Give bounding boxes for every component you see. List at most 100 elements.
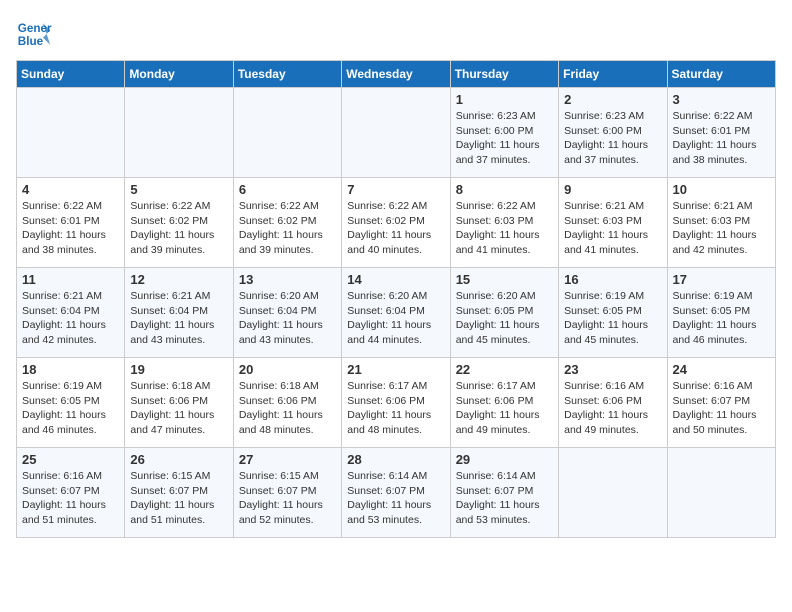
day-info: Sunrise: 6:17 AM Sunset: 6:06 PM Dayligh…	[347, 379, 444, 438]
calendar-cell	[667, 448, 775, 538]
day-number: 8	[456, 182, 553, 197]
calendar-cell: 12 Sunrise: 6:21 AM Sunset: 6:04 PM Dayli…	[125, 268, 233, 358]
calendar-cell	[17, 88, 125, 178]
day-info: Sunrise: 6:18 AM Sunset: 6:06 PM Dayligh…	[130, 379, 227, 438]
day-info: Sunrise: 6:21 AM Sunset: 6:04 PM Dayligh…	[22, 289, 119, 348]
day-info: Sunrise: 6:20 AM Sunset: 6:04 PM Dayligh…	[347, 289, 444, 348]
day-number: 20	[239, 362, 336, 377]
day-number: 7	[347, 182, 444, 197]
day-info: Sunrise: 6:21 AM Sunset: 6:03 PM Dayligh…	[564, 199, 661, 258]
calendar-cell: 24 Sunrise: 6:16 AM Sunset: 6:07 PM Dayli…	[667, 358, 775, 448]
day-number: 25	[22, 452, 119, 467]
calendar-cell: 19 Sunrise: 6:18 AM Sunset: 6:06 PM Dayli…	[125, 358, 233, 448]
calendar-cell: 16 Sunrise: 6:19 AM Sunset: 6:05 PM Dayli…	[559, 268, 667, 358]
calendar-cell: 15 Sunrise: 6:20 AM Sunset: 6:05 PM Dayli…	[450, 268, 558, 358]
calendar-cell: 28 Sunrise: 6:14 AM Sunset: 6:07 PM Dayli…	[342, 448, 450, 538]
week-row-1: 4Sunrise: 6:22 AM Sunset: 6:01 PM Daylig…	[17, 178, 776, 268]
calendar-cell: 4Sunrise: 6:22 AM Sunset: 6:01 PM Daylig…	[17, 178, 125, 268]
day-info: Sunrise: 6:21 AM Sunset: 6:04 PM Dayligh…	[130, 289, 227, 348]
calendar-cell: 10 Sunrise: 6:21 AM Sunset: 6:03 PM Dayli…	[667, 178, 775, 268]
day-info: Sunrise: 6:22 AM Sunset: 6:02 PM Dayligh…	[347, 199, 444, 258]
day-info: Sunrise: 6:21 AM Sunset: 6:03 PM Dayligh…	[673, 199, 770, 258]
svg-text:Blue: Blue	[18, 35, 44, 48]
day-number: 3	[673, 92, 770, 107]
week-row-2: 11 Sunrise: 6:21 AM Sunset: 6:04 PM Dayli…	[17, 268, 776, 358]
calendar-cell: 11 Sunrise: 6:21 AM Sunset: 6:04 PM Dayli…	[17, 268, 125, 358]
calendar-cell: 20 Sunrise: 6:18 AM Sunset: 6:06 PM Dayli…	[233, 358, 341, 448]
day-info: Sunrise: 6:20 AM Sunset: 6:04 PM Dayligh…	[239, 289, 336, 348]
calendar-cell	[559, 448, 667, 538]
day-info: Sunrise: 6:16 AM Sunset: 6:07 PM Dayligh…	[22, 469, 119, 528]
day-info: Sunrise: 6:22 AM Sunset: 6:03 PM Dayligh…	[456, 199, 553, 258]
calendar-cell	[342, 88, 450, 178]
day-number: 5	[130, 182, 227, 197]
day-number: 21	[347, 362, 444, 377]
day-info: Sunrise: 6:17 AM Sunset: 6:06 PM Dayligh…	[456, 379, 553, 438]
calendar-cell: 14 Sunrise: 6:20 AM Sunset: 6:04 PM Dayli…	[342, 268, 450, 358]
calendar-cell: 8 Sunrise: 6:22 AM Sunset: 6:03 PM Daylig…	[450, 178, 558, 268]
day-info: Sunrise: 6:20 AM Sunset: 6:05 PM Dayligh…	[456, 289, 553, 348]
logo-icon: General Blue	[16, 16, 52, 52]
day-info: Sunrise: 6:15 AM Sunset: 6:07 PM Dayligh…	[130, 469, 227, 528]
header-tuesday: Tuesday	[233, 61, 341, 88]
day-number: 28	[347, 452, 444, 467]
calendar-cell: 5 Sunrise: 6:22 AM Sunset: 6:02 PM Daylig…	[125, 178, 233, 268]
calendar-cell: 3 Sunrise: 6:22 AM Sunset: 6:01 PM Daylig…	[667, 88, 775, 178]
calendar-cell	[233, 88, 341, 178]
calendar-cell: 27 Sunrise: 6:15 AM Sunset: 6:07 PM Dayli…	[233, 448, 341, 538]
calendar-cell: 25 Sunrise: 6:16 AM Sunset: 6:07 PM Dayli…	[17, 448, 125, 538]
calendar-cell: 2 Sunrise: 6:23 AM Sunset: 6:00 PM Daylig…	[559, 88, 667, 178]
day-number: 9	[564, 182, 661, 197]
day-info: Sunrise: 6:19 AM Sunset: 6:05 PM Dayligh…	[673, 289, 770, 348]
logo: General Blue	[16, 16, 58, 52]
day-number: 14	[347, 272, 444, 287]
day-number: 29	[456, 452, 553, 467]
week-row-0: 1 Sunrise: 6:23 AM Sunset: 6:00 PM Daylig…	[17, 88, 776, 178]
calendar-cell: 13 Sunrise: 6:20 AM Sunset: 6:04 PM Dayli…	[233, 268, 341, 358]
day-number: 22	[456, 362, 553, 377]
calendar-cell	[125, 88, 233, 178]
day-info: Sunrise: 6:22 AM Sunset: 6:02 PM Dayligh…	[130, 199, 227, 258]
day-info: Sunrise: 6:22 AM Sunset: 6:02 PM Dayligh…	[239, 199, 336, 258]
calendar-cell: 26Sunrise: 6:15 AM Sunset: 6:07 PM Dayli…	[125, 448, 233, 538]
day-number: 17	[673, 272, 770, 287]
page-header: General Blue	[16, 16, 776, 52]
day-number: 1	[456, 92, 553, 107]
day-number: 6	[239, 182, 336, 197]
day-number: 11	[22, 272, 119, 287]
day-number: 24	[673, 362, 770, 377]
calendar-header-row: SundayMondayTuesdayWednesdayThursdayFrid…	[17, 61, 776, 88]
calendar-cell: 29 Sunrise: 6:14 AM Sunset: 6:07 PM Dayli…	[450, 448, 558, 538]
day-number: 13	[239, 272, 336, 287]
day-info: Sunrise: 6:16 AM Sunset: 6:06 PM Dayligh…	[564, 379, 661, 438]
day-info: Sunrise: 6:22 AM Sunset: 6:01 PM Dayligh…	[22, 199, 119, 258]
header-saturday: Saturday	[667, 61, 775, 88]
calendar-cell: 22 Sunrise: 6:17 AM Sunset: 6:06 PM Dayli…	[450, 358, 558, 448]
day-info: Sunrise: 6:22 AM Sunset: 6:01 PM Dayligh…	[673, 109, 770, 168]
calendar-body: 1 Sunrise: 6:23 AM Sunset: 6:00 PM Daylig…	[17, 88, 776, 538]
day-info: Sunrise: 6:14 AM Sunset: 6:07 PM Dayligh…	[347, 469, 444, 528]
day-info: Sunrise: 6:19 AM Sunset: 6:05 PM Dayligh…	[564, 289, 661, 348]
week-row-4: 25 Sunrise: 6:16 AM Sunset: 6:07 PM Dayli…	[17, 448, 776, 538]
day-info: Sunrise: 6:15 AM Sunset: 6:07 PM Dayligh…	[239, 469, 336, 528]
day-info: Sunrise: 6:16 AM Sunset: 6:07 PM Dayligh…	[673, 379, 770, 438]
day-number: 19	[130, 362, 227, 377]
calendar-cell: 23 Sunrise: 6:16 AM Sunset: 6:06 PM Dayli…	[559, 358, 667, 448]
header-thursday: Thursday	[450, 61, 558, 88]
header-sunday: Sunday	[17, 61, 125, 88]
day-number: 27	[239, 452, 336, 467]
day-info: Sunrise: 6:23 AM Sunset: 6:00 PM Dayligh…	[456, 109, 553, 168]
day-number: 10	[673, 182, 770, 197]
calendar-cell: 6 Sunrise: 6:22 AM Sunset: 6:02 PM Daylig…	[233, 178, 341, 268]
day-number: 16	[564, 272, 661, 287]
calendar-cell: 7 Sunrise: 6:22 AM Sunset: 6:02 PM Daylig…	[342, 178, 450, 268]
day-number: 15	[456, 272, 553, 287]
day-number: 18	[22, 362, 119, 377]
day-info: Sunrise: 6:18 AM Sunset: 6:06 PM Dayligh…	[239, 379, 336, 438]
day-number: 23	[564, 362, 661, 377]
day-info: Sunrise: 6:23 AM Sunset: 6:00 PM Dayligh…	[564, 109, 661, 168]
day-info: Sunrise: 6:14 AM Sunset: 6:07 PM Dayligh…	[456, 469, 553, 528]
day-number: 12	[130, 272, 227, 287]
calendar-cell: 21 Sunrise: 6:17 AM Sunset: 6:06 PM Dayli…	[342, 358, 450, 448]
day-number: 2	[564, 92, 661, 107]
